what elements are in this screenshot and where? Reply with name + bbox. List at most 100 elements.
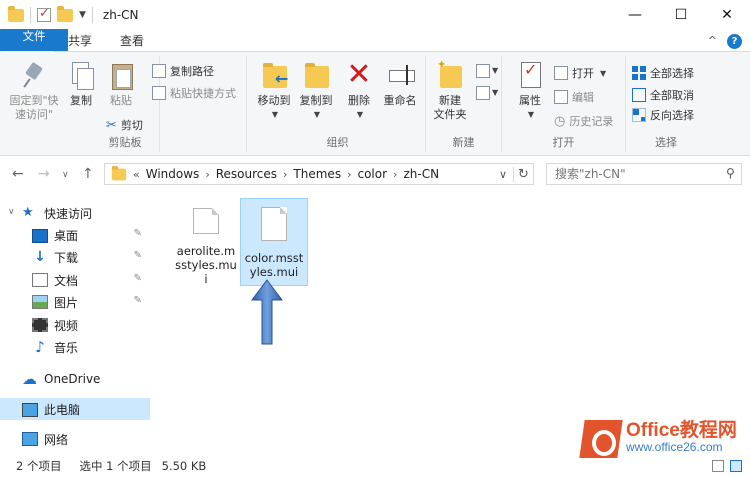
expand-icon[interactable]: ∨ [8,207,15,217]
large-icons-view-icon[interactable] [730,460,742,472]
copy-to-icon [303,60,329,90]
refresh-icon[interactable]: ↻ [513,166,533,182]
pin-icon[interactable]: ✎ [134,228,142,239]
window-title: zh-CN [102,8,139,22]
easy-access-icon[interactable] [476,86,490,100]
watermark-url: www.office26.com [626,440,723,454]
copy-path-button[interactable]: 复制路径 [152,62,214,80]
copy-button[interactable]: 复制 [64,60,98,108]
delete-button[interactable]: ✕ 删除 ▼ [344,60,374,122]
nav-item-downloads[interactable]: ↓ 下载 ✎ [0,246,150,268]
nav-label: 桌面 [54,228,79,243]
breadcrumb-color[interactable]: color [351,167,393,181]
open-button[interactable]: 打开 ▼ [554,64,606,82]
move-to-label: 移动到 [257,94,291,107]
chevron-down-icon: ▼ [313,110,321,119]
chevron-down-icon[interactable]: ▼ [492,88,498,97]
invert-selection-button[interactable]: 反向选择 [632,106,694,124]
forward-button[interactable]: → [38,166,50,182]
pin-label: 固定到"快 速访问" [9,94,59,121]
nav-item-music[interactable]: ♪ 音乐 [0,336,150,358]
selection-size: 5.50 KB [161,458,207,473]
properties-button[interactable]: 属性 ▼ [510,60,550,122]
ribbon: 固定到"快 速访问" 复制 粘贴 复制路径 粘贴快捷方式 ✂ 剪切 剪贴板 ← … [0,52,750,156]
pictures-icon [32,295,48,309]
folder-icon [111,165,127,180]
separator [91,7,93,23]
network-icon [22,432,38,446]
rename-button[interactable]: 重命名 [380,60,420,108]
nav-item-network[interactable]: 网络 [0,428,150,450]
select-none-button[interactable]: 全部取消 [632,86,694,104]
paste-button[interactable]: 粘贴 [104,60,138,108]
nav-label: 快速访问 [44,206,93,221]
pin-icon[interactable]: ✎ [134,295,142,306]
pin-icon[interactable]: ✎ [134,273,142,284]
breadcrumb-themes[interactable]: Themes [287,167,347,181]
nav-item-quick-access[interactable]: ∨ ★ 快速访问 [0,202,150,224]
back-button[interactable]: ← [12,166,24,182]
open-label: 打开 [572,67,594,80]
nav-item-this-pc[interactable]: 此电脑 [0,398,150,420]
recent-locations-icon[interactable]: ∨ [62,170,69,180]
properties-icon[interactable] [37,6,51,22]
breadcrumb-windows[interactable]: Windows [140,167,206,181]
paste-shortcut-label: 粘贴快捷方式 [170,87,236,100]
history-button[interactable]: ◷ 历史记录 [554,112,613,130]
move-to-icon: ← [261,60,288,90]
chevron-down-icon: ▼ [356,110,364,119]
quick-access-toolbar: ▼ [0,5,93,23]
office-logo-icon [582,420,620,458]
download-icon: ↓ [34,249,46,265]
details-view-icon[interactable] [712,460,724,472]
cut-button[interactable]: ✂ 剪切 [106,116,143,134]
copy-to-button[interactable]: 复制到 ▼ [296,60,336,122]
edit-icon [554,90,568,104]
delete-label: 删除 [348,94,370,107]
edit-button[interactable]: 编辑 [554,88,594,106]
chevron-down-icon[interactable]: ∨ [493,168,513,181]
close-button[interactable]: ✕ [704,0,750,30]
pin-icon[interactable]: ✎ [134,250,142,261]
move-to-button[interactable]: ← 移动到 ▼ [254,60,294,122]
select-all-button[interactable]: 全部选择 [632,64,694,82]
chevron-down-icon[interactable]: ▼ [79,10,86,20]
search-input[interactable] [546,163,742,185]
new-folder-icon[interactable] [57,5,73,22]
search-icon[interactable]: ⚲ [726,166,744,180]
tab-file[interactable]: 文件 [0,29,68,51]
new-folder-button[interactable]: 新建 文件夹 [430,58,470,122]
nav-item-desktop[interactable]: 桌面 ✎ [0,224,150,246]
paste-label: 粘贴 [110,94,132,107]
nav-item-videos[interactable]: 视频 [0,314,150,336]
copy-to-label: 复制到 [299,94,333,107]
documents-icon [32,273,48,287]
chevron-down-icon[interactable]: ▼ [492,66,498,75]
paste-shortcut-button[interactable]: 粘贴快捷方式 [152,84,236,102]
new-item-icon[interactable] [476,64,490,78]
delete-icon: ✕ [346,57,372,92]
help-icon[interactable]: ? [727,34,742,49]
file-icon [261,207,287,241]
maximize-button[interactable]: ☐ [658,0,704,30]
select-none-label: 全部取消 [650,89,694,102]
address-bar[interactable]: « Windows › Resources › Themes › color ›… [104,163,534,185]
tab-view[interactable]: 查看 [106,29,158,51]
rename-label: 重命名 [383,94,417,107]
group-label-organize: 组织 [326,136,349,149]
minimize-button[interactable]: — [612,0,658,30]
properties-label: 属性 [519,94,541,107]
file-item-selected[interactable]: color.msstyles.mui [240,198,308,286]
breadcrumb-zh-cn[interactable]: zh-CN [397,167,445,181]
collapse-ribbon-icon[interactable]: ^ [708,34,717,49]
video-icon [32,318,48,332]
breadcrumb-resources[interactable]: Resources [210,167,283,181]
up-button[interactable]: ↑ [82,166,94,182]
nav-item-documents[interactable]: 文档 ✎ [0,269,150,291]
nav-item-pictures[interactable]: 图片 ✎ [0,291,150,313]
pin-to-quick-access-button[interactable]: 固定到"快 速访问" [6,60,62,122]
nav-label: OneDrive [44,372,101,386]
file-item[interactable]: aerolite.msstyles.mui [172,200,240,286]
nav-item-onedrive[interactable]: ☁ OneDrive [0,368,150,390]
breadcrumb-overflow[interactable]: « [133,168,140,181]
